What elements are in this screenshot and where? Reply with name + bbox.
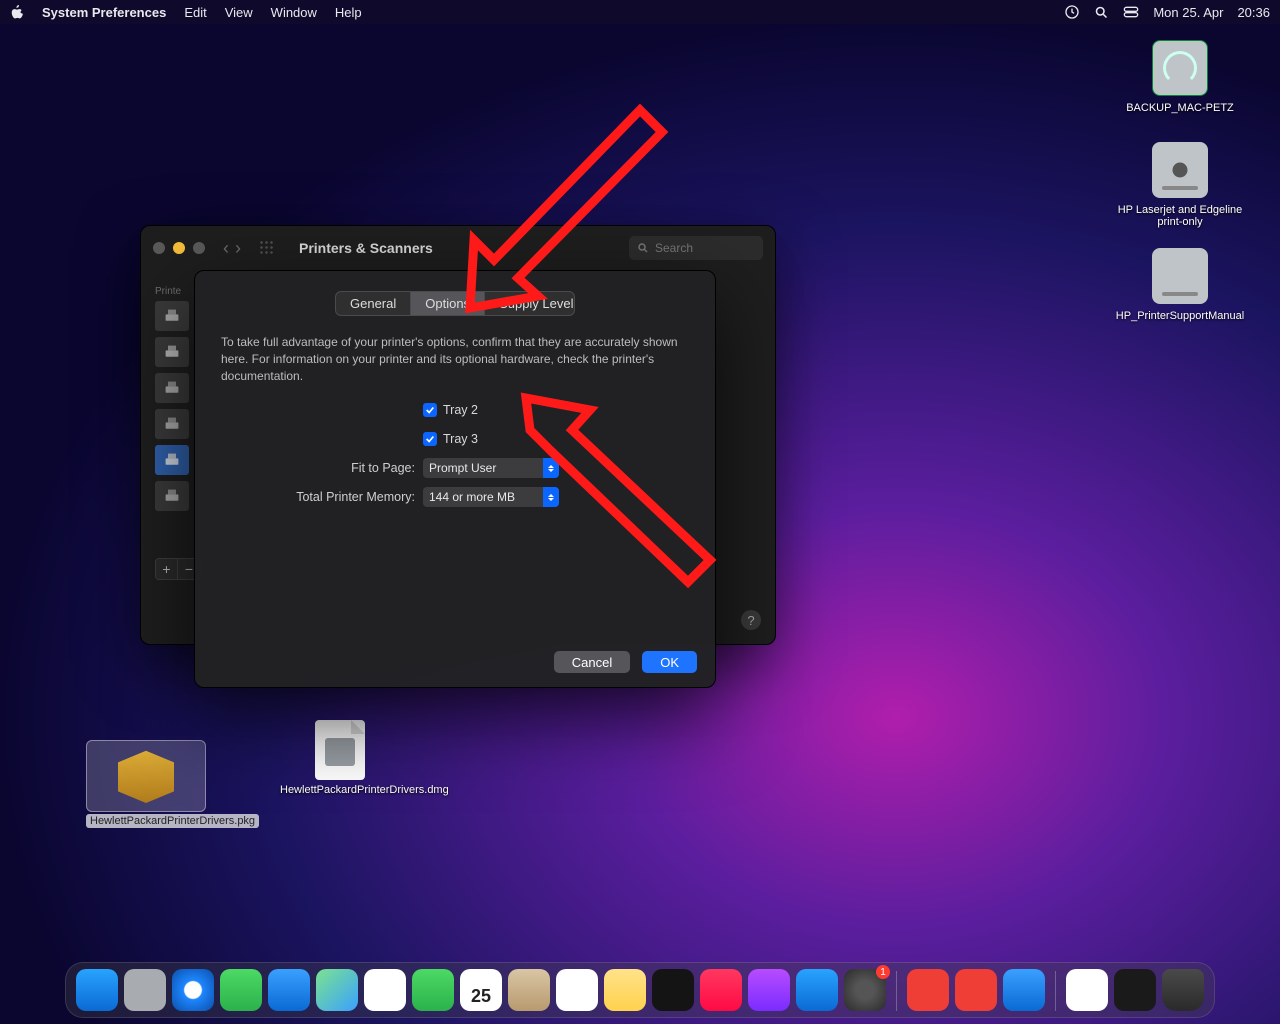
package-icon — [111, 745, 181, 803]
menu-view[interactable]: View — [225, 5, 253, 20]
printer-item[interactable] — [155, 301, 189, 331]
fit-to-page-select[interactable]: Prompt User — [423, 458, 559, 478]
forward-button[interactable]: › — [235, 238, 241, 259]
dock-facetime[interactable] — [412, 969, 454, 1011]
dmg-icon — [315, 720, 365, 780]
dock-podcasts[interactable] — [748, 969, 790, 1011]
cancel-button[interactable]: Cancel — [554, 651, 630, 673]
tray3-checkbox[interactable] — [423, 432, 437, 446]
dock-maps[interactable] — [316, 969, 358, 1011]
tab-supply-levels[interactable]: Supply Levels — [485, 292, 575, 315]
printer-item[interactable] — [155, 373, 189, 403]
menu-edit[interactable]: Edit — [184, 5, 206, 20]
menu-window[interactable]: Window — [271, 5, 317, 20]
dock-messages[interactable] — [220, 969, 262, 1011]
dock-trash[interactable] — [1162, 969, 1204, 1011]
apple-icon[interactable] — [10, 5, 24, 19]
tray2-label: Tray 2 — [443, 403, 478, 417]
desktop-dmg[interactable]: HewlettPackardPrinterDrivers.dmg — [280, 720, 400, 796]
printer-item-selected[interactable] — [155, 445, 189, 475]
dock-doc-2[interactable] — [1114, 969, 1156, 1011]
app-name[interactable]: System Preferences — [42, 5, 166, 20]
total-memory-label: Total Printer Memory: — [213, 490, 423, 504]
desktop-label: HP Laserjet and Edgeline print-only — [1110, 204, 1250, 228]
desktop-drive-2[interactable]: HP_PrinterSupportManual — [1114, 248, 1246, 322]
tab-segmented: General Options Supply Levels — [335, 291, 575, 316]
dock-separator — [896, 971, 897, 1011]
printer-item[interactable] — [155, 337, 189, 367]
back-button[interactable]: ‹ — [223, 238, 229, 259]
drive-icon — [1152, 248, 1208, 304]
info-text: To take full advantage of your printer's… — [221, 334, 689, 384]
desktop-label: HP_PrinterSupportManual — [1114, 310, 1246, 322]
dock-doc-1[interactable] — [1066, 969, 1108, 1011]
control-center-icon[interactable] — [1123, 5, 1139, 19]
dock-reminders[interactable] — [556, 969, 598, 1011]
desktop-label: BACKUP_MAC-PETZ — [1120, 102, 1240, 114]
grid-icon[interactable] — [259, 240, 275, 256]
badge: 1 — [876, 965, 890, 979]
menubar-date[interactable]: Mon 25. Apr — [1153, 5, 1223, 20]
dock-anydesk-2[interactable] — [955, 969, 997, 1011]
add-printer-button[interactable]: + — [156, 559, 178, 579]
sidebar-header: Printe — [155, 286, 195, 297]
drive-icon — [1152, 142, 1208, 198]
menubar-time[interactable]: 20:36 — [1237, 5, 1270, 20]
desktop-drive-1[interactable]: HP Laserjet and Edgeline print-only — [1110, 142, 1250, 228]
dock-anydesk[interactable] — [907, 969, 949, 1011]
printer-item[interactable] — [155, 409, 189, 439]
menu-help[interactable]: Help — [335, 5, 362, 20]
dock-finder[interactable] — [76, 969, 118, 1011]
spotlight-icon[interactable] — [1094, 5, 1109, 20]
timemachine-icon[interactable] — [1064, 4, 1080, 20]
dock-contacts[interactable] — [508, 969, 550, 1011]
ok-button[interactable]: OK — [642, 651, 697, 673]
options-sheet: General Options Supply Levels To take fu… — [194, 270, 716, 688]
dock-photos[interactable] — [364, 969, 406, 1011]
fit-to-page-label: Fit to Page: — [213, 461, 423, 475]
dock-calendar[interactable]: 25 — [460, 969, 502, 1011]
tab-general[interactable]: General — [336, 292, 411, 315]
desktop-label: HewlettPackardPrinterDrivers.pkg — [86, 814, 259, 828]
dock-mail[interactable] — [268, 969, 310, 1011]
tray3-label: Tray 3 — [443, 432, 478, 446]
printer-sidebar: Printe — [155, 286, 195, 517]
desktop-label: HewlettPackardPrinterDrivers.dmg — [280, 784, 400, 796]
printer-item[interactable] — [155, 481, 189, 511]
dock-launchpad[interactable] — [124, 969, 166, 1011]
dock-music[interactable] — [700, 969, 742, 1011]
help-button[interactable]: ? — [741, 610, 761, 630]
tab-options[interactable]: Options — [411, 292, 485, 315]
total-memory-select[interactable]: 144 or more MB — [423, 487, 559, 507]
tray2-checkbox[interactable] — [423, 403, 437, 417]
menubar: System Preferences Edit View Window Help… — [0, 0, 1280, 24]
dock-notes[interactable] — [604, 969, 646, 1011]
dock: 25 1 — [65, 962, 1215, 1018]
traffic-lights[interactable] — [153, 242, 205, 254]
dock-tv[interactable] — [652, 969, 694, 1011]
timemachine-disk-icon — [1152, 40, 1208, 96]
desktop-backup-disk[interactable]: BACKUP_MAC-PETZ — [1120, 40, 1240, 114]
dock-appstore[interactable] — [796, 969, 838, 1011]
search-icon — [637, 242, 649, 254]
desktop-pkg[interactable]: HewlettPackardPrinterDrivers.pkg — [86, 740, 206, 828]
dock-settings[interactable]: 1 — [844, 969, 886, 1011]
dock-safari[interactable] — [172, 969, 214, 1011]
dock-separator — [1055, 971, 1056, 1011]
dock-hp[interactable] — [1003, 969, 1045, 1011]
search-input[interactable]: Search — [629, 236, 763, 260]
window-title: Printers & Scanners — [299, 240, 433, 256]
